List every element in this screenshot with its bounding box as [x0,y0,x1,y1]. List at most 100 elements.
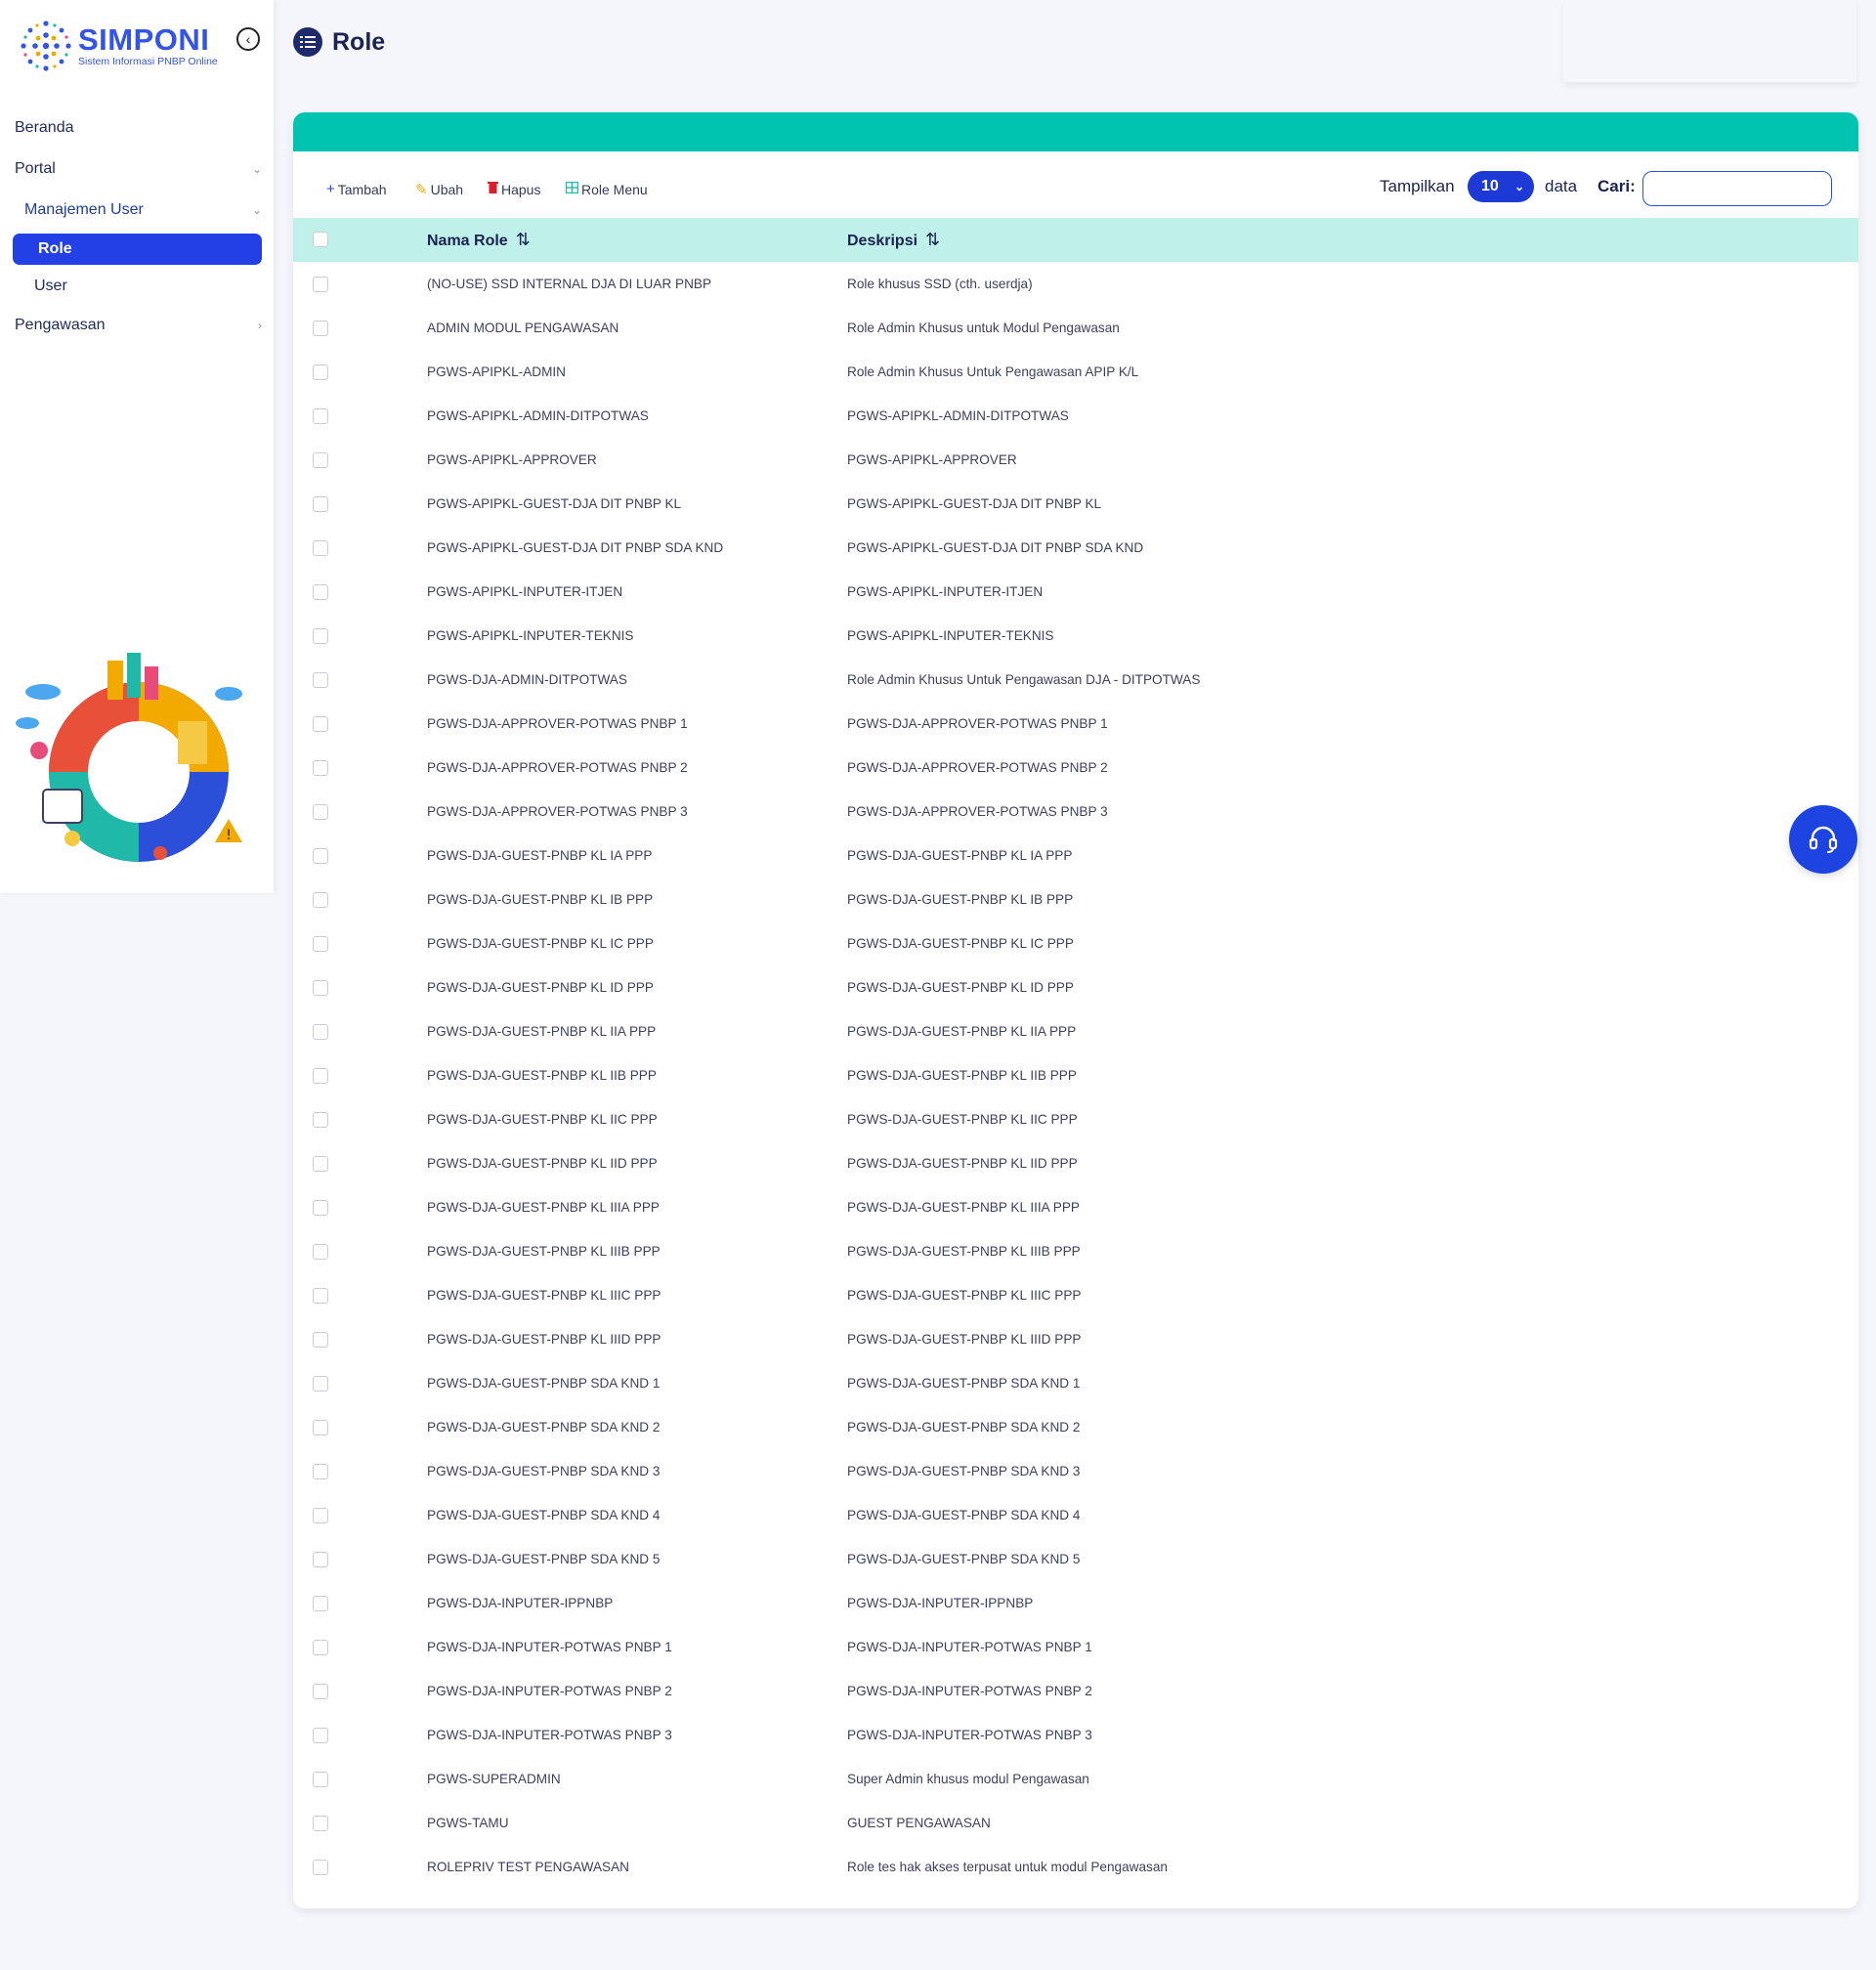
row-checkbox[interactable] [313,1375,328,1392]
table-row[interactable]: PGWS-DJA-INPUTER-POTWAS PNBP 2 PGWS-DJA-I… [293,1669,1858,1713]
row-checkbox[interactable] [313,1331,328,1348]
table-row[interactable]: PGWS-SUPERADMIN Super Admin khusus modul … [293,1757,1858,1801]
table-row[interactable]: PGWS-DJA-APPROVER-POTWAS PNBP 1 PGWS-DJA-… [293,702,1858,746]
row-checkbox[interactable] [313,1287,328,1304]
row-checkbox[interactable] [313,1419,328,1435]
search-input[interactable] [1642,171,1832,206]
table-row[interactable]: PGWS-APIPKL-GUEST-DJA DIT PNBP KL PGWS-AP… [293,482,1858,526]
table-row[interactable]: PGWS-DJA-APPROVER-POTWAS PNBP 2 PGWS-DJA-… [293,746,1858,790]
row-checkbox[interactable] [313,1463,328,1479]
sidebar-item-manajemen-user[interactable]: Manajemen User ⌄ [0,190,274,231]
row-checkbox[interactable] [313,759,328,776]
row-checkbox[interactable] [313,583,328,600]
table-row[interactable]: PGWS-APIPKL-APPROVER PGWS-APIPKL-APPROVER [293,438,1858,482]
role-menu-button[interactable]: Role Menu [565,181,648,197]
row-checkbox[interactable] [313,1683,328,1699]
select-all-checkbox[interactable] [313,232,328,248]
table-row[interactable]: PGWS-DJA-GUEST-PNBP KL IIID PPP PGWS-DJA-… [293,1317,1858,1361]
header-nama-role[interactable]: Nama Role ⇅ [427,218,847,262]
table-row[interactable]: PGWS-DJA-INPUTER-IPPNBP PGWS-DJA-INPUTER-… [293,1581,1858,1625]
row-checkbox[interactable] [313,276,328,292]
table-row[interactable]: PGWS-DJA-GUEST-PNBP KL IA PPP PGWS-DJA-GU… [293,834,1858,878]
row-checkbox[interactable] [313,407,328,424]
table-row[interactable]: PGWS-DJA-GUEST-PNBP KL IIC PPP PGWS-DJA-G… [293,1097,1858,1141]
table-row[interactable]: PGWS-APIPKL-ADMIN-DITPOTWAS PGWS-APIPKL-A… [293,394,1858,438]
headset-icon[interactable] [1789,805,1857,874]
row-checkbox[interactable] [313,1771,328,1787]
row-checkbox[interactable] [313,1155,328,1172]
table-row[interactable]: PGWS-APIPKL-GUEST-DJA DIT PNBP SDA KND PG… [293,526,1858,570]
page-size-select[interactable]: 10 ⌄ [1468,171,1534,202]
row-checkbox[interactable] [313,671,328,688]
brand-logo[interactable]: SIMPONI Sistem Informasi PNBP Online [18,18,218,74]
row-checkbox-cell [293,965,427,1009]
row-checkbox[interactable] [313,891,328,908]
table-row[interactable]: PGWS-DJA-INPUTER-POTWAS PNBP 1 PGWS-DJA-I… [293,1625,1858,1669]
row-checkbox[interactable] [313,1639,328,1655]
row-checkbox[interactable] [313,1815,328,1831]
table-row[interactable]: PGWS-DJA-GUEST-PNBP KL IIB PPP PGWS-DJA-G… [293,1053,1858,1097]
add-label: Tambah [337,181,387,197]
row-checkbox[interactable] [313,539,328,556]
row-checkbox[interactable] [313,320,328,336]
row-checkbox[interactable] [313,1859,328,1875]
chevron-left-circle-icon[interactable]: ‹ [236,27,260,51]
table-row[interactable]: PGWS-DJA-GUEST-PNBP SDA KND 4 PGWS-DJA-GU… [293,1493,1858,1537]
brand-subtitle: Sistem Informasi PNBP Online [78,56,218,67]
row-checkbox[interactable] [313,1551,328,1567]
table-row[interactable]: PGWS-DJA-GUEST-PNBP KL ID PPP PGWS-DJA-GU… [293,965,1858,1009]
row-checkbox-cell [293,570,427,614]
table-row[interactable]: PGWS-DJA-GUEST-PNBP SDA KND 3 PGWS-DJA-GU… [293,1449,1858,1493]
table-row[interactable]: PGWS-DJA-GUEST-PNBP KL IC PPP PGWS-DJA-GU… [293,921,1858,965]
table-row[interactable]: PGWS-APIPKL-INPUTER-TEKNIS PGWS-APIPKL-IN… [293,614,1858,658]
sidebar-item-pengawasan[interactable]: Pengawasan › [0,305,274,346]
row-checkbox[interactable] [313,1243,328,1260]
row-checkbox[interactable] [313,451,328,468]
table-row[interactable]: PGWS-DJA-GUEST-PNBP KL IIA PPP PGWS-DJA-G… [293,1009,1858,1053]
table-row[interactable]: PGWS-DJA-APPROVER-POTWAS PNBP 3 PGWS-DJA-… [293,790,1858,834]
table-row[interactable]: PGWS-DJA-GUEST-PNBP KL IID PPP PGWS-DJA-G… [293,1141,1858,1185]
edit-button[interactable]: ✎ Ubah [415,181,463,198]
sidebar-item-user[interactable]: User [0,268,274,305]
row-checkbox[interactable] [313,935,328,952]
delete-button[interactable]: Hapus [488,181,540,197]
table-row[interactable]: PGWS-TAMU GUEST PENGAWASAN [293,1801,1858,1845]
table-row[interactable]: ROLEPRIV TEST PENGAWASAN Role tes hak aks… [293,1845,1858,1889]
row-checkbox[interactable] [313,495,328,512]
row-checkbox[interactable] [313,1199,328,1216]
cell-deskripsi: Role khusus SSD (cth. userdja) [847,277,1033,291]
table-row[interactable]: PGWS-DJA-GUEST-PNBP SDA KND 5 PGWS-DJA-GU… [293,1537,1858,1581]
row-checkbox[interactable] [313,1111,328,1128]
row-checkbox[interactable] [313,364,328,380]
table-row[interactable]: (NO-USE) SSD INTERNAL DJA DI LUAR PNBP Ro… [293,262,1858,306]
table-row[interactable]: PGWS-DJA-GUEST-PNBP SDA KND 1 PGWS-DJA-GU… [293,1361,1858,1405]
row-checkbox[interactable] [313,1023,328,1040]
sort-arrows-icon[interactable]: ⇅ [925,230,940,249]
table-row[interactable]: PGWS-APIPKL-INPUTER-ITJEN PGWS-APIPKL-INP… [293,570,1858,614]
row-checkbox[interactable] [313,715,328,732]
row-checkbox[interactable] [313,979,328,996]
row-checkbox[interactable] [313,803,328,820]
row-checkbox[interactable] [313,627,328,644]
table-row[interactable]: ADMIN MODUL PENGAWASAN Role Admin Khusus … [293,306,1858,350]
sidebar-item-beranda[interactable]: Beranda [0,107,274,149]
row-checkbox[interactable] [313,847,328,864]
sort-arrows-icon[interactable]: ⇅ [516,230,531,249]
table-row[interactable]: PGWS-DJA-GUEST-PNBP KL IIIC PPP PGWS-DJA-… [293,1273,1858,1317]
row-checkbox[interactable] [313,1595,328,1611]
row-checkbox[interactable] [313,1507,328,1523]
sidebar-item-role[interactable]: Role [13,234,262,265]
table-row[interactable]: PGWS-DJA-GUEST-PNBP KL IIIA PPP PGWS-DJA-… [293,1185,1858,1229]
row-checkbox[interactable] [313,1067,328,1084]
table-row[interactable]: PGWS-DJA-ADMIN-DITPOTWAS Role Admin Khusu… [293,658,1858,702]
table-row[interactable]: PGWS-DJA-INPUTER-POTWAS PNBP 3 PGWS-DJA-I… [293,1713,1858,1757]
sidebar-item-portal[interactable]: Portal ⌄ [0,149,274,190]
table-row[interactable]: PGWS-DJA-GUEST-PNBP SDA KND 2 PGWS-DJA-GU… [293,1405,1858,1449]
table-row[interactable]: PGWS-DJA-GUEST-PNBP KL IB PPP PGWS-DJA-GU… [293,878,1858,921]
row-checkbox[interactable] [313,1727,328,1743]
chevron-down-icon: ⌄ [1514,180,1524,193]
add-button[interactable]: + Tambah [326,181,387,197]
table-row[interactable]: PGWS-DJA-GUEST-PNBP KL IIIB PPP PGWS-DJA-… [293,1229,1858,1273]
table-row[interactable]: PGWS-APIPKL-ADMIN Role Admin Khusus Untuk… [293,350,1858,394]
header-deskripsi[interactable]: Deskripsi ⇅ [847,218,1858,262]
